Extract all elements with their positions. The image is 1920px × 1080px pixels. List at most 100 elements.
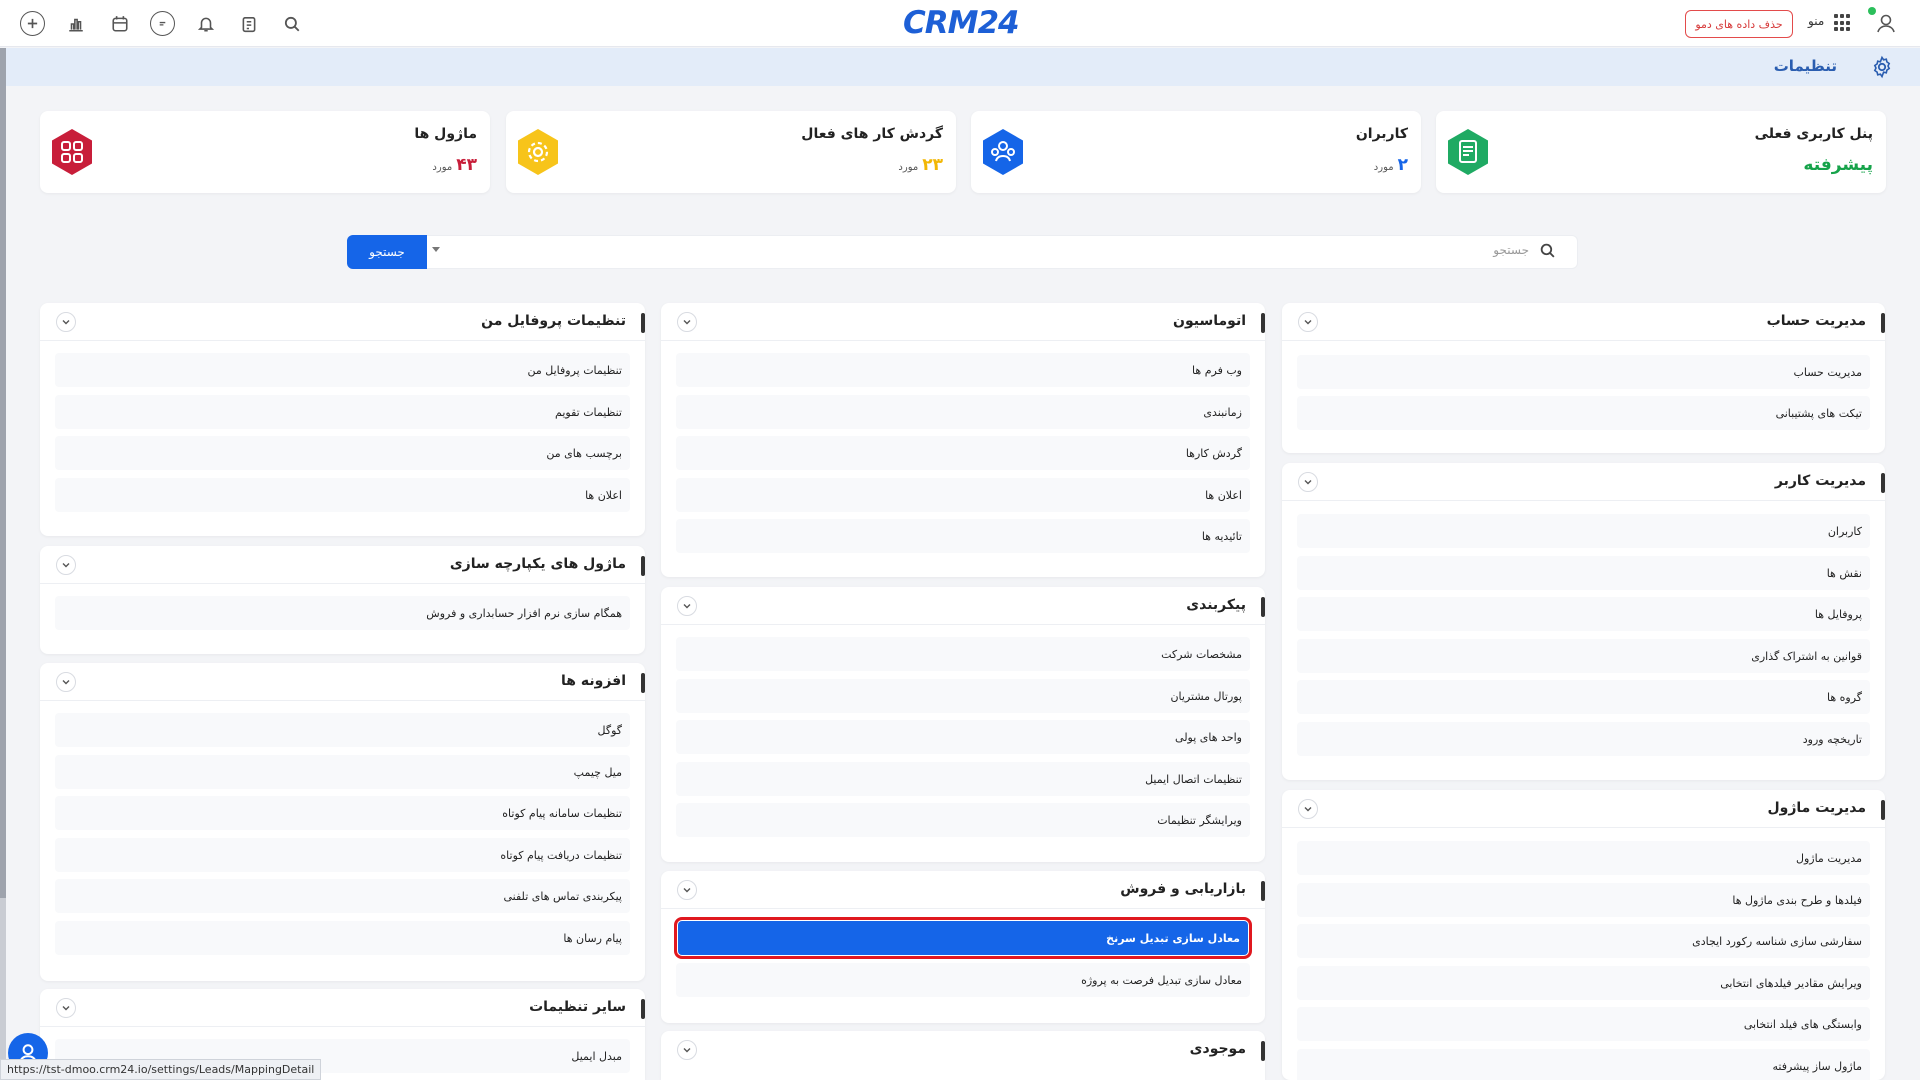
left-scroll-rail[interactable]: [0, 48, 6, 1080]
list-item[interactable]: ویرایشگر تنظیمات: [676, 803, 1250, 837]
status-bar-url: https://tst-dmoo.crm24.io/settings/Leads…: [0, 1059, 322, 1080]
delete-demo-data-button[interactable]: حذف داده های دمو: [1685, 10, 1793, 38]
list-item[interactable]: تنظیمات تقویم: [55, 395, 630, 429]
stat-value: ۴۳ مورد: [432, 155, 477, 175]
user-avatar-icon[interactable]: [1872, 10, 1900, 38]
list-item[interactable]: تنظیمات دریافت پیام کوتاه: [55, 838, 630, 872]
list-item[interactable]: تاریخچه ورود: [1297, 722, 1870, 756]
chevron-down-icon[interactable]: [1298, 472, 1318, 492]
chevron-down-icon[interactable]: [56, 312, 76, 332]
list-item[interactable]: تیکت های پشتیبانی: [1297, 396, 1870, 430]
chevron-down-icon[interactable]: [677, 880, 697, 900]
list-item[interactable]: زمانبندی: [676, 395, 1250, 429]
list-item[interactable]: میل چیمپ: [55, 755, 630, 789]
panel-addons: افزونه ها گوگل میل چیمپ تنظیمات سامانه پ…: [40, 663, 645, 981]
list-item[interactable]: قوانین به اشتراک گذاری: [1297, 639, 1870, 673]
chevron-down-icon[interactable]: [432, 247, 440, 252]
chevron-down-icon[interactable]: [677, 596, 697, 616]
stat-value: ۲۳ مورد: [898, 155, 943, 175]
menu-label[interactable]: منو: [1808, 14, 1824, 28]
panel-marketing-sales: بازاریابی و فروش معادل سازی تبدیل سرنخ م…: [661, 871, 1265, 1023]
list-item[interactable]: پورتال مشتریان: [676, 679, 1250, 713]
list-item[interactable]: واحد های پولی: [676, 720, 1250, 754]
panel-inventory: موجودی: [661, 1031, 1265, 1080]
list-item[interactable]: وابستگی های فیلد انتخابی: [1297, 1007, 1870, 1041]
search-icon[interactable]: [279, 11, 304, 36]
panel-title: بازاریابی و فروش: [1120, 881, 1246, 897]
panel-title: مدیریت حساب: [1766, 313, 1866, 329]
chat-icon[interactable]: [150, 11, 175, 36]
list-item[interactable]: گروه ها: [1297, 680, 1870, 714]
panel-title: افزونه ها: [561, 673, 626, 689]
list-item[interactable]: تنظیمات اتصال ایمیل: [676, 762, 1250, 796]
apps-grid-icon[interactable]: [1834, 14, 1852, 32]
tasks-clipboard-icon[interactable]: [236, 11, 261, 36]
gear-icon: [513, 127, 563, 177]
document-icon: [1443, 127, 1493, 177]
list-item[interactable]: پیام رسان ها: [55, 921, 630, 955]
breadcrumb: تنظیمات: [6, 48, 1920, 86]
list-item[interactable]: برچسب های من: [55, 436, 630, 470]
search-bar[interactable]: [347, 235, 1578, 269]
chevron-down-icon[interactable]: [1298, 799, 1318, 819]
stat-title: کاربران: [1355, 126, 1408, 142]
list-item[interactable]: معادل سازی تبدیل فرصت به پروژه: [676, 963, 1250, 997]
list-item[interactable]: مدیریت ماژول: [1297, 841, 1870, 875]
panel-title: اتوماسیون: [1173, 313, 1246, 329]
list-item[interactable]: کاربران: [1297, 514, 1870, 548]
list-item[interactable]: گوگل: [55, 713, 630, 747]
panel-title: تنظیمات پروفایل من: [481, 313, 626, 329]
top-bar: CRM 24 حذف داده های دمو منو: [0, 0, 1920, 47]
list-item[interactable]: مشخصات شرکت: [676, 637, 1250, 671]
notification-bell-icon[interactable]: [193, 11, 218, 36]
stat-title: ماژول ها: [414, 126, 477, 142]
panel-title: پیکربندی: [1186, 597, 1246, 613]
list-item[interactable]: ماژول ساز پیشرفته: [1297, 1049, 1870, 1080]
stat-value: پیشرفته: [1803, 155, 1873, 175]
list-item-lead-conversion-mapping[interactable]: معادل سازی تبدیل سرنخ: [674, 917, 1252, 959]
list-item[interactable]: فیلدها و طرح بندی ماژول ها: [1297, 883, 1870, 917]
list-item[interactable]: مدیریت حساب: [1297, 355, 1870, 389]
app-logo[interactable]: CRM 24: [903, 3, 1020, 43]
stat-card-users[interactable]: کاربران ۲ مورد: [971, 111, 1421, 193]
search-input[interactable]: جستجو: [1493, 243, 1529, 257]
list-item[interactable]: اعلان ها: [55, 478, 630, 512]
panel-title: مدیریت ماژول: [1767, 800, 1866, 816]
list-item[interactable]: وب فرم ها: [676, 353, 1250, 387]
reports-icon[interactable]: [63, 11, 88, 36]
stat-card-active-workflows[interactable]: گردش کار های فعال ۲۳ مورد: [506, 111, 956, 193]
list-item[interactable]: اعلان ها: [676, 478, 1250, 512]
chevron-down-icon[interactable]: [56, 998, 76, 1018]
calendar-icon[interactable]: [107, 11, 132, 36]
stat-title: پنل کاربری فعلی: [1754, 126, 1873, 142]
panel-integration-modules: ماژول های یکپارچه سازی همگام سازی نرم اف…: [40, 546, 645, 654]
chevron-down-icon[interactable]: [56, 672, 76, 692]
panel-title: ماژول های یکپارچه سازی: [449, 556, 626, 572]
stat-card-current-panel[interactable]: پنل کاربری فعلی پیشرفته: [1436, 111, 1886, 193]
panel-account-management: مدیریت حساب مدیریت حساب تیکت های پشتیبان…: [1282, 303, 1885, 453]
panel-user-management: مدیریت کاربر کاربران نقش ها پروفایل ها ق…: [1282, 463, 1885, 780]
list-item[interactable]: تنظیمات پروفایل من: [55, 353, 630, 387]
stat-card-modules[interactable]: ماژول ها ۴۳ مورد: [40, 111, 490, 193]
list-item[interactable]: سفارشی سازی شناسه رکورد ایجادی: [1297, 924, 1870, 958]
list-item[interactable]: همگام سازی نرم افزار حسابداری و فروش: [55, 596, 630, 630]
chevron-down-icon[interactable]: [1298, 312, 1318, 332]
logo-text: CRM: [903, 5, 978, 41]
add-icon[interactable]: [20, 11, 45, 36]
list-item[interactable]: تائیدیه ها: [676, 519, 1250, 553]
search-button[interactable]: جستجو: [347, 235, 427, 269]
list-item[interactable]: پیکربندی تماس های تلفنی: [55, 879, 630, 913]
list-item[interactable]: نقش ها: [1297, 556, 1870, 590]
chevron-down-icon[interactable]: [56, 555, 76, 575]
page-title: تنظیمات: [1773, 57, 1837, 75]
chevron-down-icon[interactable]: [677, 312, 697, 332]
panel-title: موجودی: [1189, 1041, 1246, 1057]
list-item[interactable]: تنظیمات سامانه پیام کوتاه: [55, 796, 630, 830]
list-item[interactable]: ویرایش مقادیر فیلدهای انتخابی: [1297, 966, 1870, 1000]
stat-value: ۲ مورد: [1373, 155, 1408, 175]
list-item[interactable]: پروفایل ها: [1297, 597, 1870, 631]
list-item[interactable]: گردش کارها: [676, 436, 1250, 470]
chevron-down-icon[interactable]: [677, 1040, 697, 1060]
users-icon: [978, 127, 1028, 177]
search-icon: [1540, 243, 1555, 258]
